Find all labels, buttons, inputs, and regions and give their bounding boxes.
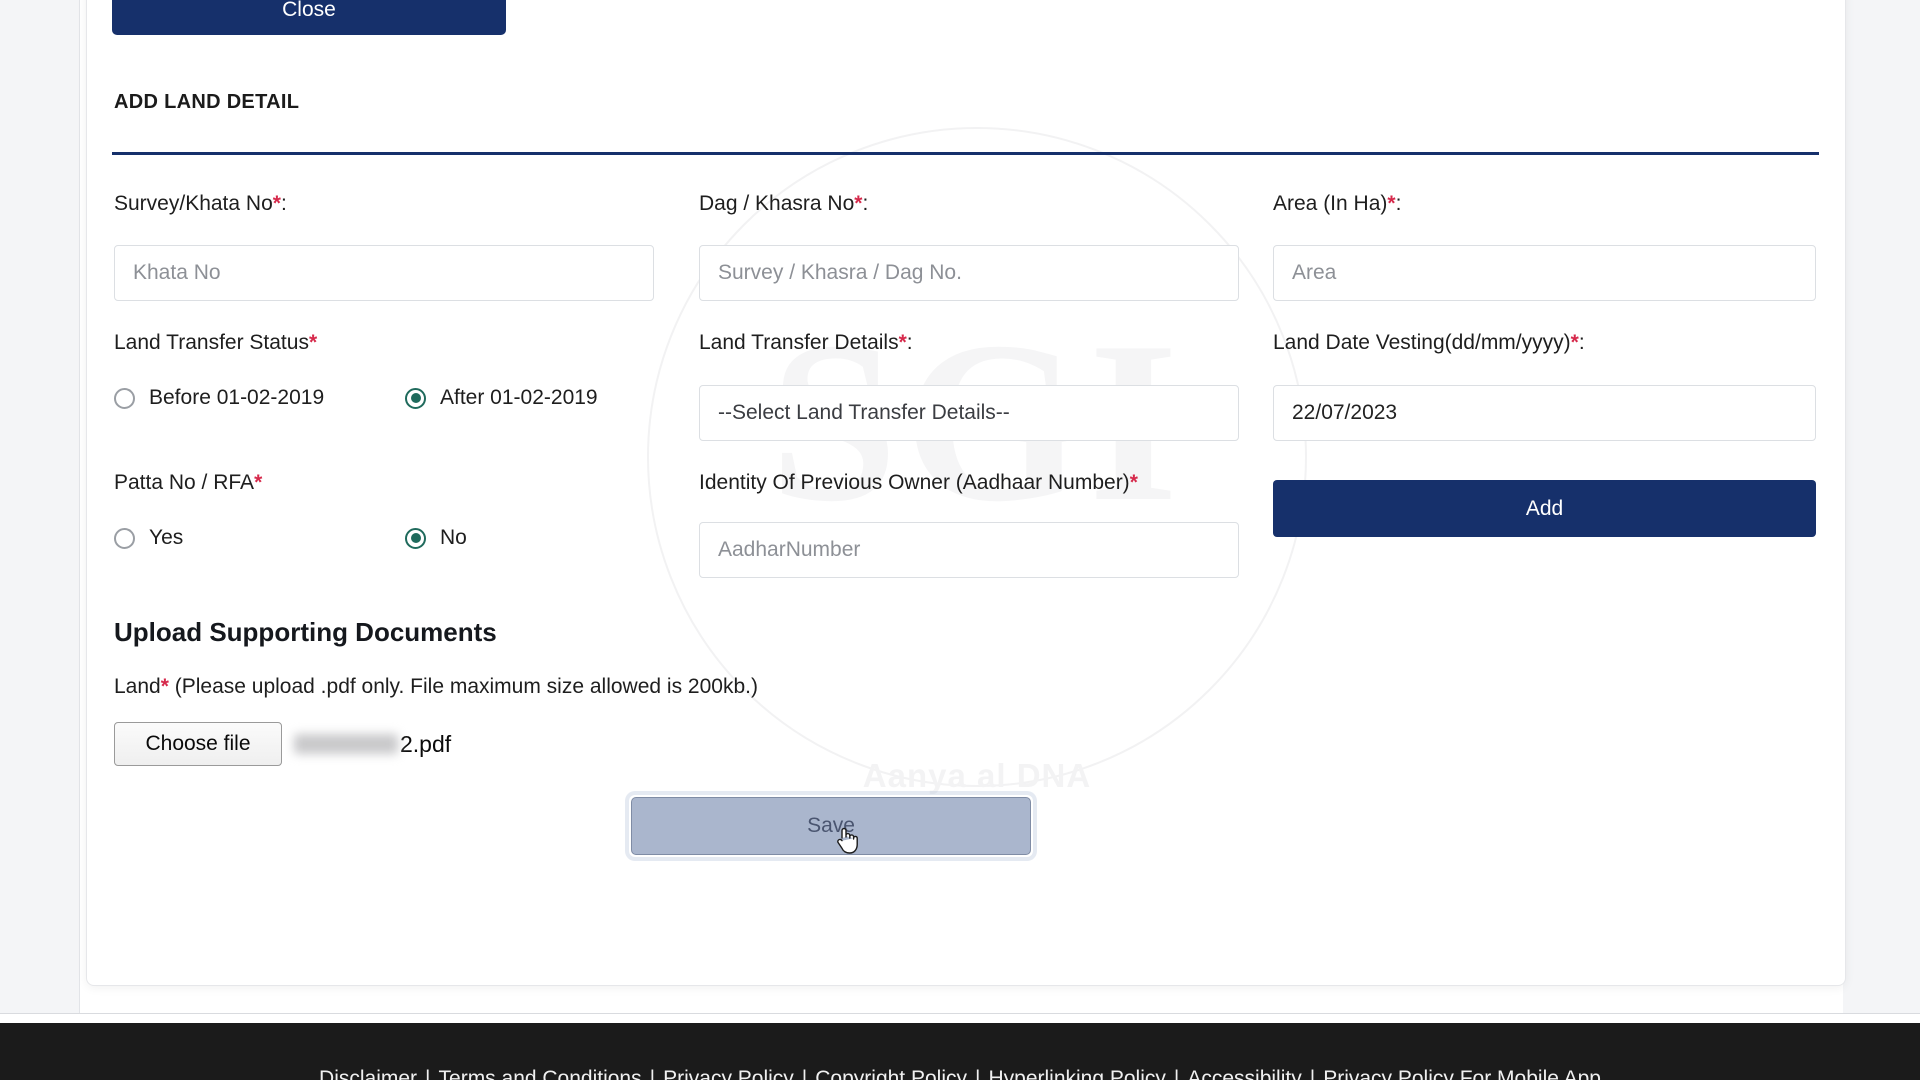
close-button[interactable]: Close <box>112 0 506 35</box>
radio-label: No <box>440 526 467 549</box>
required-asterisk: * <box>160 675 169 698</box>
save-button-wrap: Save <box>631 797 1031 855</box>
label-previous-owner: Identity Of Previous Owner (Aadhaar Numb… <box>699 471 1138 495</box>
file-upload-row: Choose file 2.pdf <box>114 722 451 766</box>
label-patta-rfa: Patta No / RFA* <box>114 471 262 495</box>
selected-file-name: 2.pdf <box>294 731 451 758</box>
footer-separator-glyph: | <box>1173 1067 1180 1080</box>
radio-after-2019[interactable]: After 01-02-2019 <box>405 386 598 410</box>
label-land-transfer-status-text: Land Transfer Status <box>114 331 309 354</box>
label-suffix: : <box>906 331 913 354</box>
add-button[interactable]: Add <box>1273 480 1816 537</box>
upload-note-text: (Please upload .pdf only. File maximum s… <box>168 675 758 698</box>
page-gutter-left <box>0 0 80 1015</box>
footer-link[interactable]: Hyperlinking Policy <box>988 1067 1165 1080</box>
land-transfer-status-radio-group: Before 01-02-2019 After 01-02-2019 <box>114 382 654 422</box>
watermark-caption: Aanya al DNA <box>862 757 1092 794</box>
land-transfer-details-select[interactable]: --Select Land Transfer Details-- <box>699 385 1239 441</box>
required-asterisk: * <box>1129 471 1138 494</box>
required-asterisk: * <box>898 331 907 354</box>
land-date-vesting-input[interactable] <box>1273 385 1816 441</box>
redacted-filename-block <box>294 733 398 754</box>
survey-khata-input[interactable] <box>114 245 654 301</box>
page-root: SGI Aanya al DNA Close ADD LAND DETAIL S… <box>0 0 1920 1080</box>
radio-patta-yes[interactable]: Yes <box>114 526 183 550</box>
radio-indicator[interactable] <box>405 527 426 549</box>
label-patta-rfa-text: Patta No / RFA <box>114 471 255 494</box>
footer-separator-glyph: | <box>1309 1067 1316 1080</box>
footer-link[interactable]: Accessibility <box>1187 1067 1301 1080</box>
label-previous-owner-text: Identity Of Previous Owner (Aadhaar Numb… <box>699 471 1130 494</box>
label-suffix: : <box>862 192 869 215</box>
label-land-transfer-status: Land Transfer Status* <box>114 331 317 355</box>
footer-separator-glyph: | <box>975 1067 981 1080</box>
label-area: Area (In Ha)*: <box>1273 192 1401 216</box>
radio-indicator[interactable] <box>405 387 426 409</box>
label-land-transfer-details-text: Land Transfer Details <box>699 331 899 354</box>
footer-link[interactable]: Terms and Conditions <box>439 1067 642 1080</box>
area-input[interactable] <box>1273 245 1816 301</box>
label-suffix: : <box>1578 331 1585 354</box>
choose-file-button[interactable]: Choose file <box>114 722 282 766</box>
footer-separator-glyph: | <box>425 1067 431 1080</box>
radio-label: After 01-02-2019 <box>440 386 598 409</box>
radio-before-2019[interactable]: Before 01-02-2019 <box>114 386 324 410</box>
section-divider <box>112 152 1819 155</box>
upload-section-heading: Upload Supporting Documents <box>114 617 497 647</box>
required-asterisk: * <box>254 471 263 494</box>
add-land-detail-card: SGI Aanya al DNA Close ADD LAND DETAIL S… <box>86 0 1846 986</box>
radio-indicator[interactable] <box>114 527 135 549</box>
label-land-date-vesting: Land Date Vesting(dd/mm/yyyy)*: <box>1273 331 1585 355</box>
previous-owner-aadhaar-input[interactable] <box>699 522 1239 578</box>
radio-label: Before 01-02-2019 <box>149 386 325 409</box>
footer-link[interactable]: Privacy Policy <box>663 1067 794 1080</box>
section-title: ADD LAND DETAIL <box>114 91 300 113</box>
label-land-date-vesting-text: Land Date Vesting(dd/mm/yyyy) <box>1273 331 1571 354</box>
dag-khasra-input[interactable] <box>699 245 1239 301</box>
file-name-suffix: 2.pdf <box>400 730 452 757</box>
required-asterisk: * <box>1570 331 1579 354</box>
save-button[interactable]: Save <box>631 797 1031 855</box>
upload-land-note: Land* (Please upload .pdf only. File max… <box>114 675 758 699</box>
required-asterisk: * <box>1387 192 1396 215</box>
label-survey-khata-text: Survey/Khata No <box>114 192 273 215</box>
label-area-text: Area (In Ha) <box>1273 192 1388 215</box>
footer-link-list: Disclaimer | Terms and Conditions | Privacy … <box>0 1067 1920 1080</box>
footer-link[interactable]: Disclaimer <box>319 1067 417 1080</box>
footer-link[interactable]: Copyright Policy <box>815 1067 967 1080</box>
upload-land-label: Land <box>114 675 161 698</box>
footer-separator <box>0 1013 1920 1023</box>
label-dag-khasra: Dag / Khasra No*: <box>699 192 868 216</box>
label-land-transfer-details: Land Transfer Details*: <box>699 331 913 355</box>
page-gutter-right <box>1843 0 1920 1015</box>
footer-separator-glyph: | <box>801 1067 808 1080</box>
label-survey-khata: Survey/Khata No*: <box>114 192 287 216</box>
required-asterisk: * <box>308 331 318 354</box>
radio-patta-no[interactable]: No <box>405 526 467 550</box>
label-suffix: : <box>1395 192 1402 215</box>
radio-label: Yes <box>149 526 184 549</box>
label-suffix: : <box>280 192 287 215</box>
site-footer: Disclaimer | Terms and Conditions | Privacy … <box>0 1023 1920 1080</box>
radio-indicator[interactable] <box>114 387 135 409</box>
patta-rfa-radio-group: Yes No <box>114 522 654 562</box>
footer-link[interactable]: Privacy Policy For Mobile App <box>1323 1067 1601 1080</box>
required-asterisk: * <box>272 192 281 215</box>
label-dag-khasra-text: Dag / Khasra No <box>699 192 855 215</box>
footer-separator-glyph: | <box>649 1067 656 1080</box>
